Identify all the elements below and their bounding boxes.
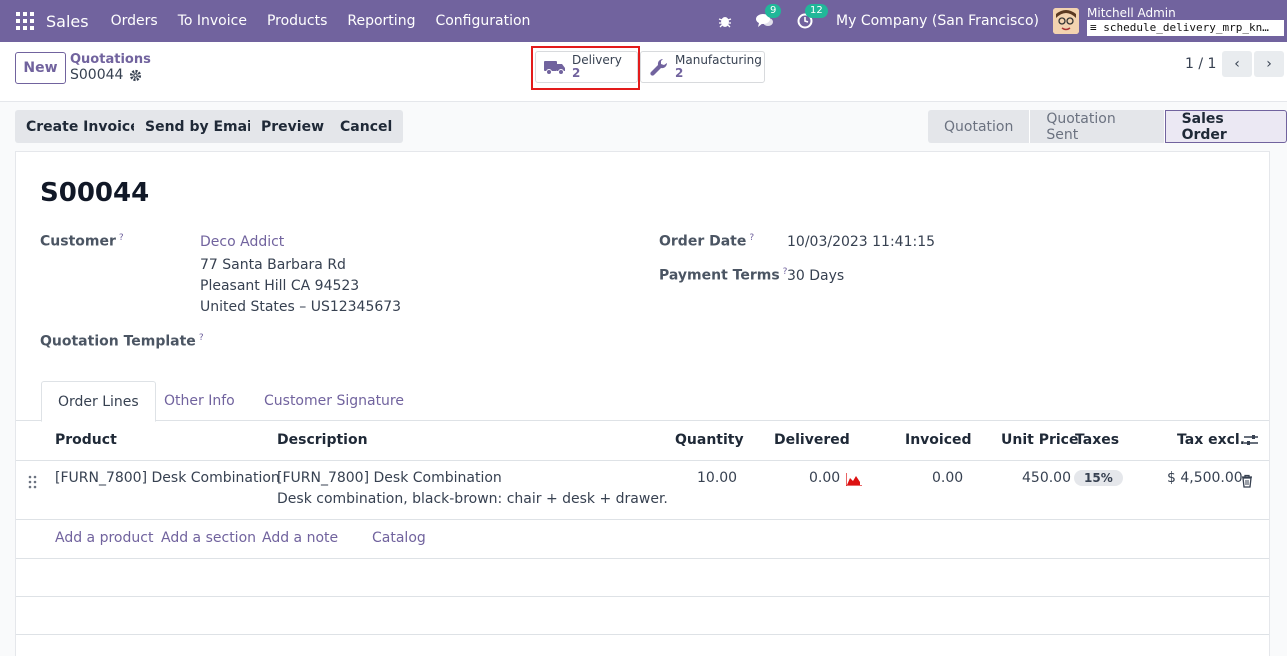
- customer-address-line2: Pleasant Hill CA 94523: [200, 278, 360, 294]
- row-invoiced[interactable]: 0.00: [932, 470, 963, 486]
- delivery-highlight-box: [531, 46, 640, 90]
- manufacturing-smart-button[interactable]: Manufacturing 2: [640, 51, 765, 83]
- chevron-left-icon: ‹: [1234, 56, 1240, 72]
- customer-address-line3: United States – US12345673: [200, 299, 402, 315]
- tab-customer-signature[interactable]: Customer Signature: [248, 381, 420, 421]
- quotation-template-help-icon[interactable]: ?: [199, 333, 204, 343]
- customer-label: Customer?: [40, 233, 124, 250]
- col-taxes[interactable]: Taxes: [1075, 432, 1119, 448]
- database-name-text: schedule_delivery_mrp_kn…: [1103, 20, 1269, 34]
- user-menu[interactable]: Mitchell Admin ≡ schedule_delivery_mrp_k…: [1087, 0, 1287, 42]
- activity-count-badge: 12: [805, 4, 828, 18]
- menu-orders[interactable]: Orders: [111, 13, 158, 29]
- menu-products[interactable]: Products: [267, 13, 327, 29]
- control-panel: New Quotations S00044 Delivery 2 Manufac…: [0, 42, 1287, 102]
- status-bar: Quotation Quotation Sent Sales Order: [928, 110, 1287, 143]
- row-delivered[interactable]: 0.00: [809, 470, 840, 486]
- chat-count-badge: 9: [765, 4, 782, 18]
- company-switcher[interactable]: My Company (San Francisco): [836, 13, 1039, 29]
- form-sheet: S00044 Customer? Deco Addict 77 Santa Ba…: [15, 151, 1270, 656]
- order-lines-header: Product Description Quantity Delivered I…: [16, 421, 1269, 461]
- send-by-email-button[interactable]: Send by Email: [134, 110, 268, 143]
- customer-name-link[interactable]: Deco Addict: [200, 234, 284, 250]
- gear-icon[interactable]: [129, 69, 142, 82]
- database-icon: ≡: [1090, 20, 1097, 34]
- customer-address-line1: 77 Santa Barbara Rd: [200, 257, 346, 273]
- pager-previous-button[interactable]: ‹: [1222, 51, 1252, 77]
- stage-quotation-sent[interactable]: Quotation Sent: [1030, 110, 1165, 143]
- stage-sales-order[interactable]: Sales Order: [1164, 110, 1287, 143]
- col-quantity[interactable]: Quantity: [675, 432, 744, 448]
- wrench-icon: [650, 58, 668, 76]
- cancel-button[interactable]: Cancel: [329, 110, 404, 143]
- optional-columns-icon[interactable]: [1244, 433, 1258, 447]
- row-product[interactable]: [FURN_7800] Desk Combination: [55, 470, 280, 486]
- order-date-value[interactable]: 10/03/2023 11:41:15: [787, 234, 935, 250]
- col-description[interactable]: Description: [277, 432, 368, 448]
- menu-to-invoice[interactable]: To Invoice: [178, 13, 247, 29]
- activity-clock-icon[interactable]: 12: [796, 4, 828, 30]
- drag-handle-icon[interactable]: [28, 475, 38, 489]
- col-delivered[interactable]: Delivered: [774, 432, 850, 448]
- empty-table-row: [16, 559, 1269, 597]
- app-name[interactable]: Sales: [46, 12, 89, 31]
- col-unit-price[interactable]: Unit Price: [1001, 432, 1078, 448]
- breadcrumb-current-label: S00044: [70, 67, 124, 83]
- order-date-help-icon[interactable]: ?: [749, 233, 754, 243]
- row-unit-price[interactable]: 450.00: [1022, 470, 1071, 486]
- notebook-tabs: Order Lines Other Info Customer Signatur…: [16, 381, 1269, 422]
- add-line-row: Add a product Add a section Add a note C…: [16, 520, 1269, 559]
- add-note-link[interactable]: Add a note: [262, 530, 338, 546]
- row-quantity[interactable]: 10.00: [697, 470, 737, 486]
- breadcrumb-current: S00044: [70, 67, 142, 83]
- catalog-link[interactable]: Catalog: [372, 530, 426, 546]
- manufacturing-label: Manufacturing: [675, 53, 762, 67]
- col-invoiced[interactable]: Invoiced: [905, 432, 972, 448]
- chat-icon[interactable]: 9: [756, 4, 782, 30]
- customer-label-text: Customer: [40, 233, 116, 250]
- empty-table-row: [16, 597, 1269, 635]
- breadcrumb-quotations[interactable]: Quotations: [70, 52, 151, 67]
- stage-quotation[interactable]: Quotation: [928, 110, 1031, 143]
- menu-reporting[interactable]: Reporting: [347, 13, 415, 29]
- manufacturing-count: 2: [675, 66, 684, 80]
- payment-terms-value[interactable]: 30 Days: [787, 268, 844, 284]
- forecast-chart-icon[interactable]: [846, 473, 862, 486]
- quotation-template-label: Quotation Template?: [40, 333, 204, 350]
- row-description[interactable]: [FURN_7800] Desk Combination: [277, 470, 502, 486]
- order-date-label-text: Order Date: [659, 233, 747, 250]
- table-row[interactable]: [FURN_7800] Desk Combination [FURN_7800]…: [16, 461, 1269, 520]
- col-tax-excl[interactable]: Tax excl.: [1177, 432, 1245, 448]
- customer-help-icon[interactable]: ?: [119, 233, 124, 243]
- bug-icon[interactable]: [716, 12, 734, 30]
- order-date-label: Order Date?: [659, 233, 754, 250]
- add-section-link[interactable]: Add a section: [161, 530, 256, 546]
- order-title: S00044: [40, 178, 150, 208]
- user-name: Mitchell Admin: [1087, 5, 1176, 20]
- row-tax-excl: $ 4,500.00: [1167, 470, 1243, 486]
- pager-next-button[interactable]: ›: [1254, 51, 1284, 77]
- row-description-detail[interactable]: Desk combination, black-brown: chair + d…: [277, 491, 668, 507]
- trash-icon[interactable]: [1241, 474, 1253, 488]
- tab-other-info[interactable]: Other Info: [148, 381, 251, 421]
- menu-configuration[interactable]: Configuration: [435, 13, 530, 29]
- database-name: ≡ schedule_delivery_mrp_kn…: [1087, 19, 1284, 36]
- chevron-right-icon: ›: [1266, 56, 1272, 72]
- quotation-template-label-text: Quotation Template: [40, 333, 196, 350]
- payment-terms-label: Payment Terms?: [659, 267, 787, 284]
- pager-value[interactable]: 1 / 1: [1185, 56, 1216, 72]
- preview-button[interactable]: Preview: [250, 110, 336, 143]
- user-avatar[interactable]: [1053, 8, 1079, 34]
- apps-grid-icon[interactable]: [16, 12, 34, 30]
- add-product-link[interactable]: Add a product: [55, 530, 153, 546]
- payment-terms-label-text: Payment Terms: [659, 267, 780, 284]
- row-tax-badge[interactable]: 15%: [1074, 470, 1123, 486]
- create-invoice-button[interactable]: Create Invoice: [15, 110, 151, 143]
- col-product[interactable]: Product: [55, 432, 117, 448]
- tab-order-lines[interactable]: Order Lines: [41, 381, 156, 422]
- new-button[interactable]: New: [15, 52, 66, 84]
- top-navbar: Sales Orders To Invoice Products Reporti…: [0, 0, 1287, 42]
